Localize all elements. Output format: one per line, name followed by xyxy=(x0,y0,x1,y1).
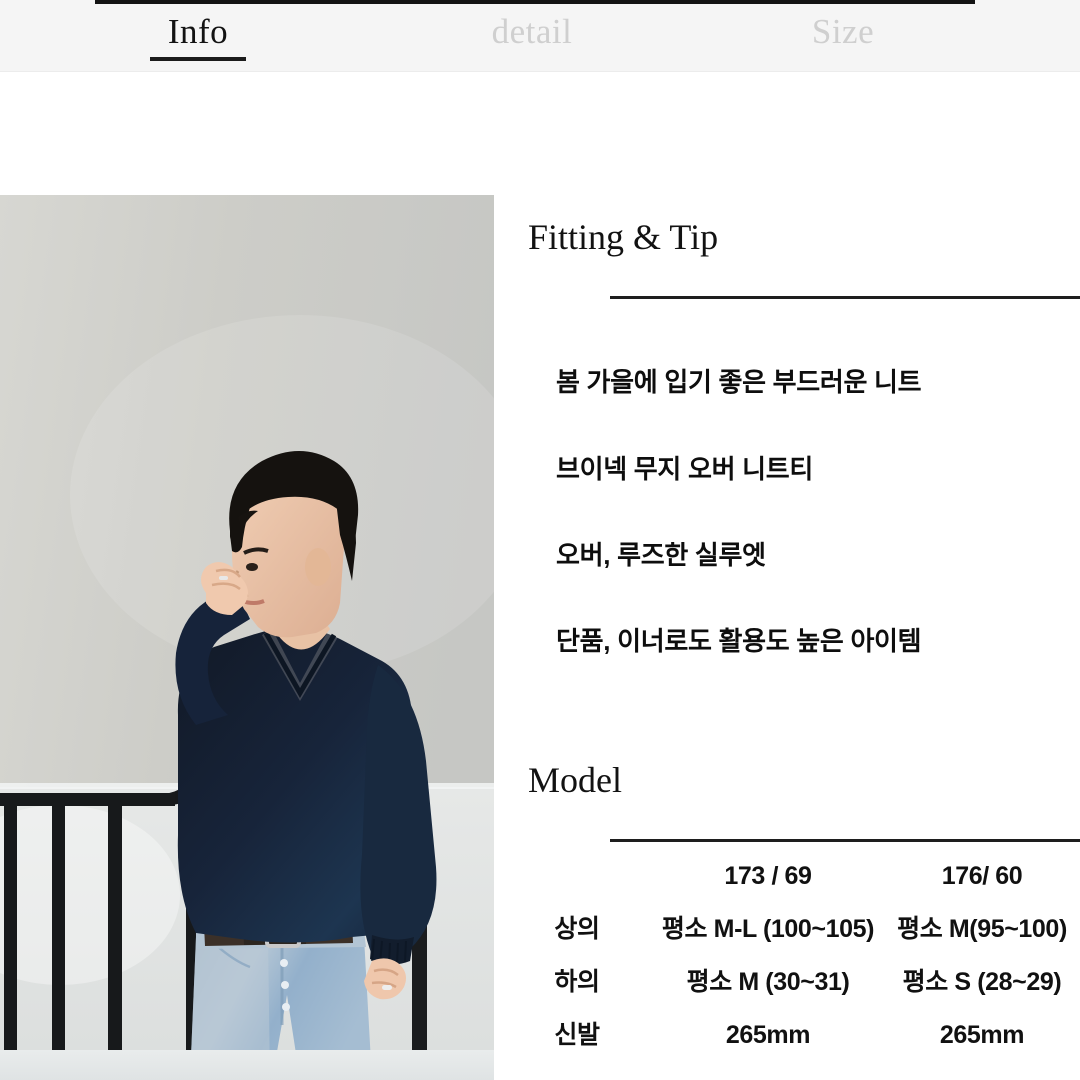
tab-info-label: Info xyxy=(167,12,229,51)
row-value-b: 265mm xyxy=(939,1021,1025,1049)
row-value-b: 평소 M(95~100) xyxy=(897,915,1067,943)
fitting-line: 브이넥 무지 오버 니트티 xyxy=(556,454,813,484)
row-value-a: 평소 M (30~31) xyxy=(686,968,850,996)
row-value-a: 265mm xyxy=(725,1021,811,1049)
table-row: 상의 평소 M-L (100~105) 평소 M(95~100) xyxy=(494,903,1080,956)
model-photo-illustration: 계단 xyxy=(0,195,494,1080)
fitting-tip-title: Fitting & Tip xyxy=(528,217,719,257)
tab-active-underline xyxy=(150,57,246,61)
row-label: 신발 xyxy=(554,1021,600,1049)
model-photo: 계단 xyxy=(0,195,494,1080)
tabbar-top-divider xyxy=(95,0,975,4)
model-spec-table: 173 / 69 176/ 60 상의 평소 M-L (100~105) 평소 … xyxy=(494,850,1080,1062)
model-divider xyxy=(610,839,1080,842)
table-row: 하의 평소 M (30~31) 평소 S (28~29) xyxy=(494,956,1080,1009)
table-row: 신발 265mm 265mm xyxy=(494,1009,1080,1062)
row-value-a: 평소 M-L (100~105) xyxy=(661,915,875,943)
tab-size-label: Size xyxy=(811,12,875,51)
info-panel: Fitting & Tip 봄 가을에 입기 좋은 부드러운 니트 브이넥 무지… xyxy=(494,195,1080,1080)
table-header-row: 173 / 69 176/ 60 xyxy=(494,850,1080,903)
tab-info[interactable]: Info xyxy=(150,10,246,61)
row-label: 하의 xyxy=(554,968,600,996)
tab-detail[interactable]: detail xyxy=(432,10,632,54)
fitting-line: 오버, 루즈한 실루엣 xyxy=(556,540,766,570)
row-label: 상의 xyxy=(554,915,600,943)
tab-size[interactable]: Size xyxy=(746,10,940,54)
model-title: Model xyxy=(528,760,622,800)
fitting-line: 단품, 이너로도 활용도 높은 아이템 xyxy=(556,626,922,656)
tab-bar: Info detail Size xyxy=(0,0,1080,72)
fitting-tip-divider xyxy=(610,296,1080,299)
row-value-b: 평소 S (28~29) xyxy=(902,968,1062,996)
model-column-a-header: 173 / 69 xyxy=(724,862,812,890)
tab-detail-label: detail xyxy=(491,12,573,51)
model-column-b-header: 176/ 60 xyxy=(941,862,1023,890)
fitting-line: 봄 가을에 입기 좋은 부드러운 니트 xyxy=(556,367,922,397)
